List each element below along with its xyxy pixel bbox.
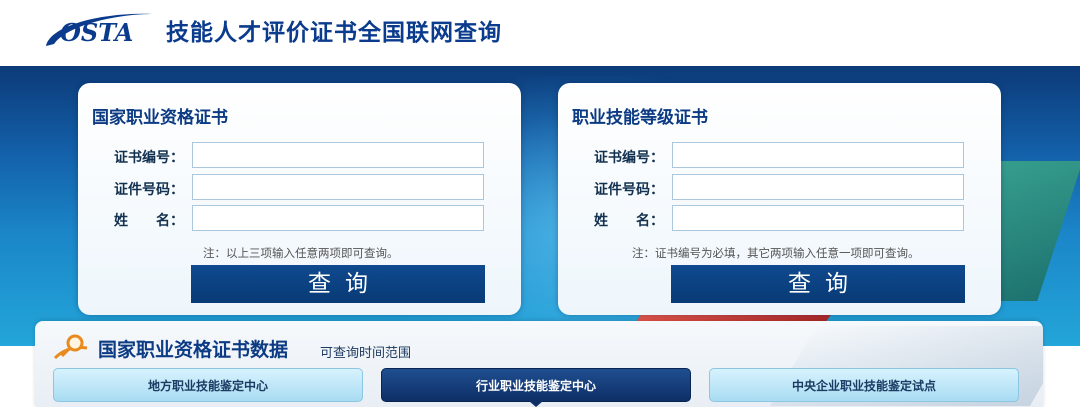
osta-logo: OSTA [46, 13, 152, 47]
panel-title: 国家职业资格证书数据 [98, 339, 289, 361]
field-row-name: 姓 名： [558, 205, 1001, 233]
tab-central-enterprise-pilots[interactable]: 中央企业职业技能鉴定试点 [709, 368, 1019, 402]
name-input[interactable] [192, 205, 484, 231]
active-tab-indicator [529, 401, 543, 407]
certificate-number-input[interactable] [192, 142, 484, 168]
magnifier-icon [53, 334, 88, 360]
name-input[interactable] [672, 205, 964, 231]
field-row-id-number: 证件号码： [78, 174, 521, 202]
id-number-input[interactable] [192, 174, 484, 200]
tab-local-centers[interactable]: 地方职业技能鉴定中心 [53, 368, 363, 402]
id-number-label: 证件号码： [594, 182, 664, 198]
certificate-number-input[interactable] [672, 142, 964, 168]
field-row-certificate-number: 证书编号： [558, 142, 1001, 170]
field-row-certificate-number: 证书编号： [78, 142, 521, 170]
query-button[interactable]: 查询 [191, 265, 485, 303]
certificate-number-label: 证书编号： [594, 150, 664, 166]
query-button[interactable]: 查询 [671, 265, 965, 303]
card-title: 国家职业资格证书 [92, 108, 228, 128]
card-title: 职业技能等级证书 [572, 108, 708, 128]
certificate-data-panel: 国家职业资格证书数据 可查询时间范围 地方职业技能鉴定中心 行业职业技能鉴定中心… [35, 321, 1043, 407]
national-vocational-certificate-card: 国家职业资格证书 证书编号： 证件号码： 姓 名： 注：以上三项输入任意两项即可… [78, 83, 521, 315]
name-label: 姓 名： [114, 213, 184, 229]
field-row-id-number: 证件号码： [558, 174, 1001, 202]
panel-subtitle[interactable]: 可查询时间范围 [320, 342, 411, 361]
skill-level-certificate-card: 职业技能等级证书 证书编号： 证件号码： 姓 名： 注：证书编号为必填，其它两项… [558, 83, 1001, 315]
name-label: 姓 名： [594, 213, 664, 229]
query-note: 注：以上三项输入任意两项即可查询。 [203, 246, 399, 260]
field-row-name: 姓 名： [78, 205, 521, 233]
site-title: 技能人才评价证书全国联网查询 [166, 20, 502, 46]
logo-text: OSTA [60, 18, 133, 47]
tab-industry-centers[interactable]: 行业职业技能鉴定中心 [381, 368, 691, 402]
site-header: OSTA 技能人才评价证书全国联网查询 [0, 0, 1080, 66]
id-number-input[interactable] [672, 174, 964, 200]
certificate-number-label: 证书编号： [114, 150, 184, 166]
query-note: 注：证书编号为必填，其它两项输入任意一项即可查询。 [632, 246, 920, 260]
id-number-label: 证件号码： [114, 182, 184, 198]
